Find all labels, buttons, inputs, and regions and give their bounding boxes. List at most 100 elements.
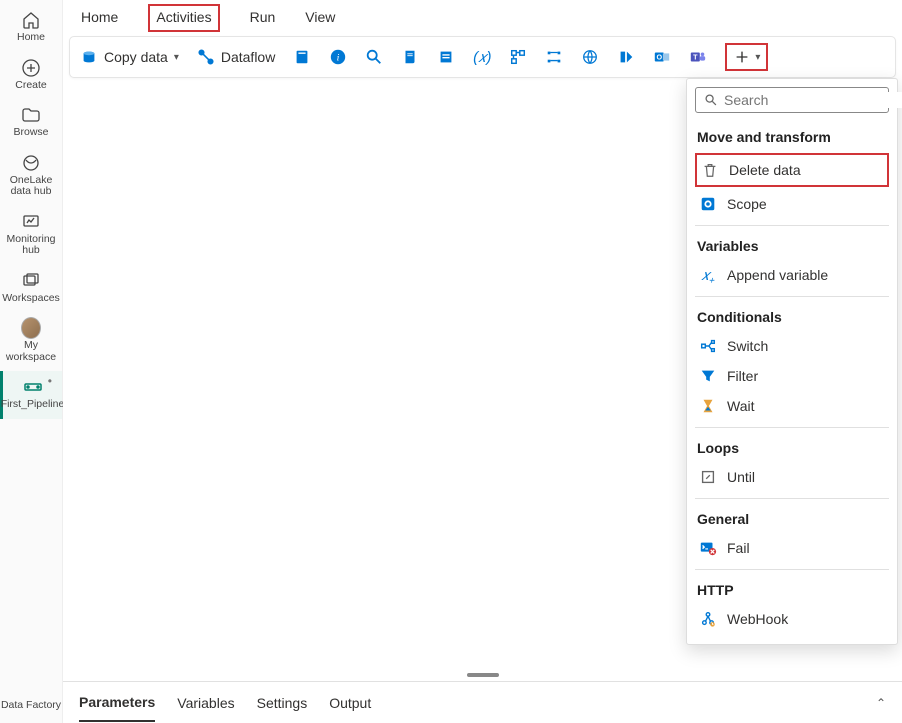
monitoring-icon <box>21 212 41 232</box>
section-move-transform: Move and transform <box>695 125 889 151</box>
divider <box>695 296 889 297</box>
rail-create[interactable]: Create <box>0 52 62 100</box>
outlook-icon[interactable]: O <box>653 48 671 66</box>
ribbon-tabs: Home Activities Run View <box>63 0 902 36</box>
item-delete-data[interactable]: Delete data <box>695 153 889 187</box>
copy-data-button[interactable]: Copy data ▾ <box>80 48 179 66</box>
tab-activities[interactable]: Activities <box>148 4 219 32</box>
info-icon[interactable]: i <box>329 48 347 66</box>
pipeline-icon <box>23 377 43 397</box>
folder-icon <box>21 105 41 125</box>
divider <box>695 427 889 428</box>
search-box[interactable] <box>695 87 889 113</box>
svg-text:T: T <box>693 53 698 62</box>
search-input[interactable] <box>724 92 902 108</box>
copy-data-icon <box>80 48 98 66</box>
dataflow-label: Dataflow <box>221 49 275 65</box>
web-icon[interactable] <box>581 48 599 66</box>
rail-onelake[interactable]: OneLake data hub <box>0 147 62 206</box>
foreach-icon[interactable] <box>509 48 527 66</box>
rail-data-factory-label: Data Factory <box>1 699 61 711</box>
divider <box>695 569 889 570</box>
activities-dropdown: Move and transform Delete data Scope Var… <box>686 78 898 645</box>
item-delete-data-label: Delete data <box>729 162 801 178</box>
chevron-up-icon[interactable]: ⌃ <box>876 696 886 710</box>
script-icon[interactable] <box>401 48 419 66</box>
rail-create-label: Create <box>13 80 49 92</box>
item-filter-label: Filter <box>727 368 758 384</box>
rail-onelake-label: OneLake data hub <box>0 175 62 198</box>
plus-icon <box>733 48 751 66</box>
resize-handle[interactable] <box>467 673 499 677</box>
left-rail: Home Create Browse OneLake data hub Moni… <box>0 0 63 723</box>
chevron-down-icon: ▾ <box>755 52 760 63</box>
item-wait[interactable]: Wait <box>695 391 889 421</box>
bottom-tabs: Parameters Variables Settings Output ⌃ <box>63 681 902 723</box>
item-scope-label: Scope <box>727 196 767 212</box>
section-http: HTTP <box>695 578 889 604</box>
rail-home[interactable]: Home <box>0 4 62 52</box>
section-conditionals: Conditionals <box>695 305 889 331</box>
item-fail[interactable]: Fail <box>695 533 889 563</box>
more-activities-button[interactable]: ▾ <box>725 43 768 71</box>
webhook-icon <box>699 610 717 628</box>
svg-text:O: O <box>657 53 663 62</box>
section-loops: Loops <box>695 436 889 462</box>
tab-activities-label: Activities <box>156 9 211 25</box>
chevron-down-icon: ▾ <box>174 52 179 63</box>
item-filter[interactable]: Filter <box>695 361 889 391</box>
until-icon <box>699 468 717 486</box>
item-switch[interactable]: Switch <box>695 331 889 361</box>
rail-monitoring-label: Monitoring hub <box>0 234 62 257</box>
rail-my-workspace-label: My workspace <box>0 340 62 363</box>
rail-browse-label: Browse <box>11 127 50 139</box>
rail-data-factory[interactable]: Data Factory <box>0 693 62 723</box>
if-icon[interactable] <box>545 48 563 66</box>
lookup-icon[interactable] <box>365 48 383 66</box>
tab-home[interactable]: Home <box>81 3 118 33</box>
search-icon <box>704 93 718 107</box>
divider <box>695 498 889 499</box>
item-until-label: Until <box>727 469 755 485</box>
item-fail-label: Fail <box>727 540 750 556</box>
btab-output[interactable]: Output <box>329 685 371 721</box>
plus-circle-icon <box>21 58 41 78</box>
item-switch-label: Switch <box>727 338 768 354</box>
btab-parameters[interactable]: Parameters <box>79 684 155 722</box>
teams-icon[interactable]: T <box>689 48 707 66</box>
svg-text:i: i <box>337 53 340 64</box>
notebook-icon[interactable] <box>293 48 311 66</box>
wait-icon <box>699 397 717 415</box>
item-webhook-label: WebHook <box>727 611 788 627</box>
item-append-variable[interactable]: 𝑥₊ Append variable <box>695 260 889 290</box>
rail-workspaces[interactable]: Workspaces <box>0 265 62 313</box>
stored-procedure-icon[interactable] <box>437 48 455 66</box>
dataflow-icon <box>197 48 215 66</box>
trash-icon <box>701 161 719 179</box>
onelake-icon <box>21 153 41 173</box>
item-until[interactable]: Until <box>695 462 889 492</box>
item-append-variable-label: Append variable <box>727 267 828 283</box>
item-webhook[interactable]: WebHook <box>695 604 889 634</box>
dataflow-button[interactable]: Dataflow <box>197 48 275 66</box>
main-area: Home Activities Run View Copy data ▾ Dat… <box>63 0 902 723</box>
invoke-pipeline-icon[interactable] <box>617 48 635 66</box>
rail-browse[interactable]: Browse <box>0 99 62 147</box>
rail-monitoring[interactable]: Monitoring hub <box>0 206 62 265</box>
activities-toolbar: Copy data ▾ Dataflow i (𝑥) O T <box>69 36 896 78</box>
divider <box>695 225 889 226</box>
section-general: General <box>695 507 889 533</box>
section-variables: Variables <box>695 234 889 260</box>
rail-my-workspace[interactable]: My workspace <box>0 312 62 371</box>
btab-variables[interactable]: Variables <box>177 685 234 721</box>
tab-view[interactable]: View <box>305 3 335 33</box>
item-scope[interactable]: Scope <box>695 189 889 219</box>
rail-pipeline[interactable]: First_Pipeline <box>0 371 62 419</box>
copy-data-label: Copy data <box>104 49 168 65</box>
workspaces-icon <box>21 271 41 291</box>
variable-icon[interactable]: (𝑥) <box>473 48 491 66</box>
append-variable-icon: 𝑥₊ <box>699 266 717 284</box>
btab-settings[interactable]: Settings <box>257 685 308 721</box>
rail-workspaces-label: Workspaces <box>0 293 62 305</box>
tab-run[interactable]: Run <box>250 3 276 33</box>
